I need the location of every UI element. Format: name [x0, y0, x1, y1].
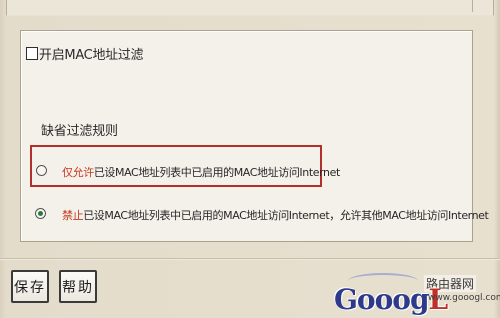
deny-option[interactable]: 禁止已设MAC地址列表中已启用的MAC地址访问Internet，允许其他MAC地…	[62, 207, 489, 223]
allow-only-option[interactable]: 仅允许已设MAC地址列表中已启用的MAC地址访问Internet	[62, 164, 340, 180]
deny-text: 已设MAC地址列表中已启用的MAC地址访问Internet，允许其他MAC地址访…	[83, 209, 489, 222]
site-watermark: 路由器网 GooogL www.gooogl.com	[334, 263, 500, 316]
panel-divider	[472, 0, 473, 12]
router-settings-page: 开启MAC地址过滤 缺省过滤规则 仅允许已设MAC地址列表中已启用的MAC地址访…	[0, 0, 500, 318]
allow-only-radio[interactable]	[36, 165, 47, 176]
upper-panel-edge	[6, 0, 494, 16]
help-button[interactable]: 帮助	[59, 270, 97, 303]
mac-filter-toggle-row[interactable]: 开启MAC地址过滤	[26, 43, 144, 63]
deny-keyword: 禁止	[62, 209, 84, 222]
watermark-brand-main: Gooog	[334, 283, 430, 316]
save-button[interactable]: 保存	[11, 270, 49, 303]
allow-only-keyword: 仅允许	[62, 166, 94, 179]
allow-only-text: 已设MAC地址列表中已启用的MAC地址访问Internet	[93, 166, 340, 179]
watermark-url: www.gooogl.com	[428, 293, 500, 303]
mac-filter-checkbox[interactable]	[26, 46, 38, 60]
footer-divider	[0, 258, 500, 260]
default-rule-heading: 缺省过滤规则	[41, 124, 118, 139]
deny-radio[interactable]	[35, 208, 46, 219]
mac-filter-toggle-label: 开启MAC地址过滤	[39, 47, 144, 63]
